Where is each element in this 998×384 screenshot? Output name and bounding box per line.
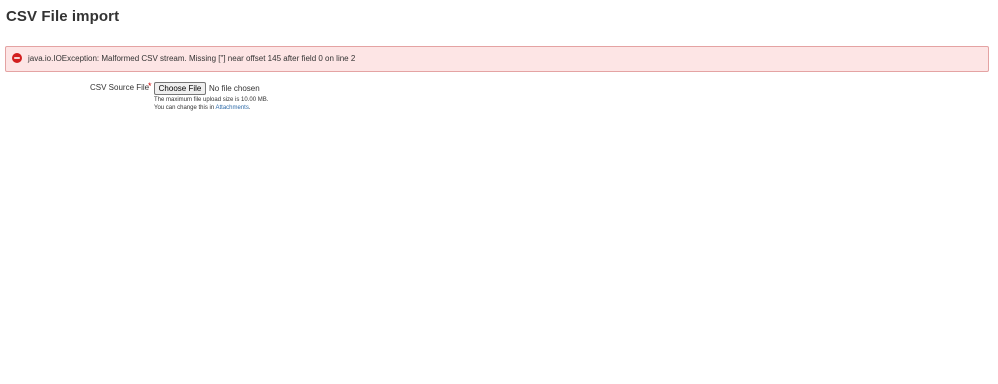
error-message: java.io.IOException: Malformed CSV strea…: [28, 54, 356, 63]
attachments-help-prefix: You can change this in: [154, 105, 216, 111]
choose-file-button[interactable]: Choose File: [154, 82, 206, 95]
attachments-help: You can change this in Attachments.: [154, 105, 251, 111]
attachments-link[interactable]: Attachments: [216, 105, 249, 111]
file-status: No file chosen: [209, 84, 260, 93]
required-marker: *: [148, 81, 152, 91]
page-title: CSV File import: [6, 8, 120, 25]
attachments-help-suffix: .: [248, 105, 251, 111]
csv-source-file-label: CSV Source File: [90, 83, 150, 92]
upload-size-help: The maximum file upload size is 10.00 MB…: [154, 97, 269, 103]
error-circle-icon: [12, 53, 22, 63]
page: CSV File import java.io.IOException: Mal…: [0, 0, 998, 384]
error-banner: java.io.IOException: Malformed CSV strea…: [5, 46, 989, 72]
